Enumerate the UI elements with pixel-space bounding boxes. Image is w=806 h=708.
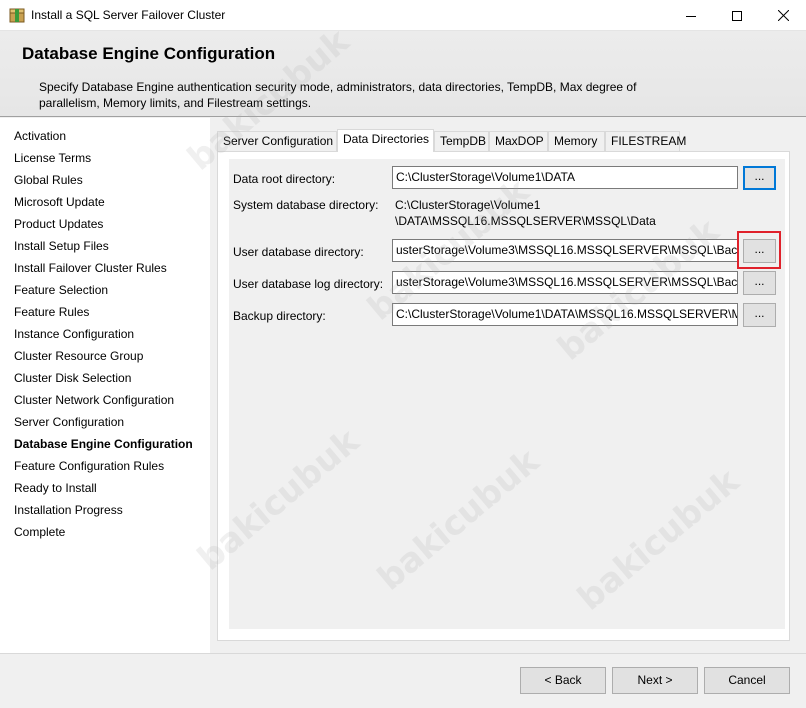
step-instance-configuration[interactable]: Instance Configuration <box>14 327 134 341</box>
step-install-setup-files[interactable]: Install Setup Files <box>14 239 109 253</box>
tab-memory[interactable]: Memory <box>548 131 605 151</box>
step-ready-to-install[interactable]: Ready to Install <box>14 481 97 495</box>
system-database-directory-value-line2: \DATA\MSSQL16.MSSQLSERVER\MSSQL\Data <box>395 214 656 228</box>
tab-data-directories[interactable]: Data Directories <box>337 129 434 152</box>
step-feature-rules[interactable]: Feature Rules <box>14 305 89 319</box>
data-root-directory-label: Data root directory: <box>233 172 336 186</box>
system-database-directory-value-line1: C:\ClusterStorage\Volume1 <box>395 198 541 212</box>
minimize-icon <box>686 15 696 17</box>
step-install-failover-cluster-rules[interactable]: Install Failover Cluster Rules <box>14 261 167 275</box>
step-global-rules[interactable]: Global Rules <box>14 173 83 187</box>
close-button[interactable] <box>760 0 806 31</box>
step-activation[interactable]: Activation <box>14 129 66 143</box>
step-product-updates[interactable]: Product Updates <box>14 217 103 231</box>
step-feature-configuration-rules[interactable]: Feature Configuration Rules <box>14 459 164 473</box>
page-title: Database Engine Configuration <box>22 44 276 63</box>
title-bar: Install a SQL Server Failover Cluster <box>0 0 806 31</box>
backup-directory-browse-button[interactable]: ... <box>743 303 776 327</box>
step-microsoft-update[interactable]: Microsoft Update <box>14 195 105 209</box>
tab-filestream[interactable]: FILESTREAM <box>605 131 686 151</box>
setup-box-icon <box>9 8 25 23</box>
step-cluster-disk-selection[interactable]: Cluster Disk Selection <box>14 371 131 385</box>
user-database-directory-input[interactable]: usterStorage\Volume3\MSSQL16.MSSQLSERVER… <box>392 239 738 262</box>
step-feature-selection[interactable]: Feature Selection <box>14 283 108 297</box>
user-database-log-directory-label: User database log directory: <box>233 277 384 291</box>
user-database-directory-label: User database directory: <box>233 245 364 259</box>
step-complete[interactable]: Complete <box>14 525 65 539</box>
close-icon <box>777 10 789 21</box>
back-button[interactable]: < Back <box>520 667 606 694</box>
wizard-steps-sidebar: Activation License Terms Global Rules Mi… <box>0 118 210 653</box>
maximize-icon <box>732 10 742 21</box>
tab-maxdop[interactable]: MaxDOP <box>489 131 548 151</box>
cancel-button[interactable]: Cancel <box>704 667 790 694</box>
data-root-browse-button[interactable]: ... <box>743 166 776 190</box>
page-description: Specify Database Engine authentication s… <box>39 80 637 110</box>
user-database-log-browse-button[interactable]: ... <box>743 271 776 295</box>
minimize-button[interactable] <box>668 0 714 31</box>
step-server-configuration[interactable]: Server Configuration <box>14 415 124 429</box>
system-database-directory-label: System database directory: <box>233 198 379 212</box>
tab-server-configuration[interactable]: Server Configuration <box>217 131 337 151</box>
backup-directory-input[interactable]: C:\ClusterStorage\Volume1\DATA\MSSQL16.M… <box>392 303 738 326</box>
step-installation-progress[interactable]: Installation Progress <box>14 503 123 517</box>
highlight-box <box>737 231 781 269</box>
step-cluster-resource-group[interactable]: Cluster Resource Group <box>14 349 143 363</box>
backup-directory-label: Backup directory: <box>233 309 326 323</box>
page-header: Database Engine Configuration Specify Da… <box>0 31 806 117</box>
step-database-engine-configuration[interactable]: Database Engine Configuration <box>14 437 193 451</box>
step-license-terms[interactable]: License Terms <box>14 151 91 165</box>
step-cluster-network-configuration[interactable]: Cluster Network Configuration <box>14 393 174 407</box>
tab-tempdb[interactable]: TempDB <box>434 131 489 151</box>
window-title: Install a SQL Server Failover Cluster <box>31 8 226 22</box>
user-database-log-directory-input[interactable]: usterStorage\Volume3\MSSQL16.MSSQLSERVER… <box>392 271 738 294</box>
next-button[interactable]: Next > <box>612 667 698 694</box>
data-root-directory-input[interactable]: C:\ClusterStorage\Volume1\DATA <box>392 166 738 189</box>
data-directories-panel <box>229 159 785 629</box>
maximize-button[interactable] <box>714 0 760 31</box>
